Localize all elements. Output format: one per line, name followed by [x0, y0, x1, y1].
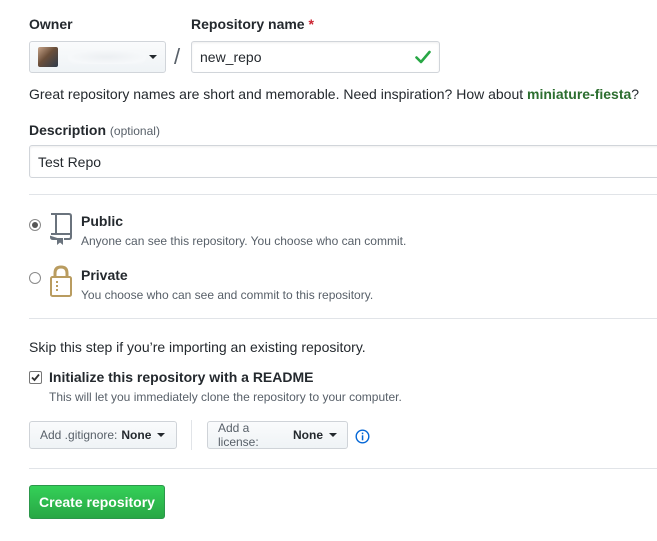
license-select[interactable]: Add a license: None: [207, 421, 348, 449]
owner-label: Owner: [29, 16, 73, 32]
private-title: Private: [81, 267, 128, 283]
repo-name-hint: Great repository names are short and mem…: [29, 86, 639, 102]
license-value: None: [293, 428, 323, 442]
readme-label: Initialize this repository with a README: [49, 369, 314, 385]
private-radio[interactable]: [29, 272, 41, 284]
hint-end: ?: [631, 86, 640, 102]
repo-book-icon: [49, 213, 72, 245]
owner-repo-separator: /: [174, 44, 181, 69]
public-desc: Anyone can see this repository. You choo…: [81, 234, 407, 248]
avatar: [38, 47, 58, 67]
skip-text: Skip this step if you’re importing an ex…: [29, 339, 366, 355]
hint-text: Great repository names are short and mem…: [29, 86, 528, 102]
gitignore-value: None: [121, 428, 152, 442]
divider: [29, 318, 657, 319]
repo-name-value: new_repo: [200, 49, 262, 65]
lock-icon: [50, 265, 72, 297]
divider: [29, 194, 657, 195]
private-desc: You choose who can see and commit to thi…: [81, 288, 374, 302]
description-label: Description (optional): [29, 122, 160, 138]
readme-checkbox[interactable]: [29, 371, 42, 384]
readme-desc: This will let you immediately clone the …: [49, 390, 402, 404]
description-label-text: Description: [29, 122, 107, 138]
repo-name-label-text: Repository name: [191, 16, 305, 32]
repo-name-label: Repository name *: [191, 16, 314, 32]
description-input[interactable]: Test Repo: [29, 145, 657, 178]
info-icon[interactable]: [355, 429, 370, 444]
chevron-down-icon: [149, 55, 157, 59]
divider: [29, 468, 657, 469]
optional-note: (optional): [109, 124, 160, 138]
owner-name-redacted: [68, 50, 146, 64]
description-value: Test Repo: [38, 153, 102, 170]
checkmark-icon: [31, 373, 40, 382]
owner-select[interactable]: [29, 41, 166, 73]
public-radio[interactable]: [29, 219, 41, 231]
create-repository-button[interactable]: Create repository: [29, 485, 165, 519]
required-mark: *: [308, 16, 314, 32]
license-prefix: Add a license:: [218, 421, 259, 449]
repo-name-input[interactable]: new_repo: [191, 41, 440, 73]
public-title: Public: [81, 213, 124, 229]
suggestion-link[interactable]: miniature-fiesta: [527, 86, 631, 102]
chevron-down-icon: [157, 433, 166, 437]
check-icon: [415, 50, 431, 64]
gitignore-prefix: Add .gitignore:: [40, 428, 118, 442]
vertical-divider: [191, 420, 192, 450]
chevron-down-icon: [329, 433, 337, 437]
gitignore-select[interactable]: Add .gitignore: None: [29, 421, 177, 449]
